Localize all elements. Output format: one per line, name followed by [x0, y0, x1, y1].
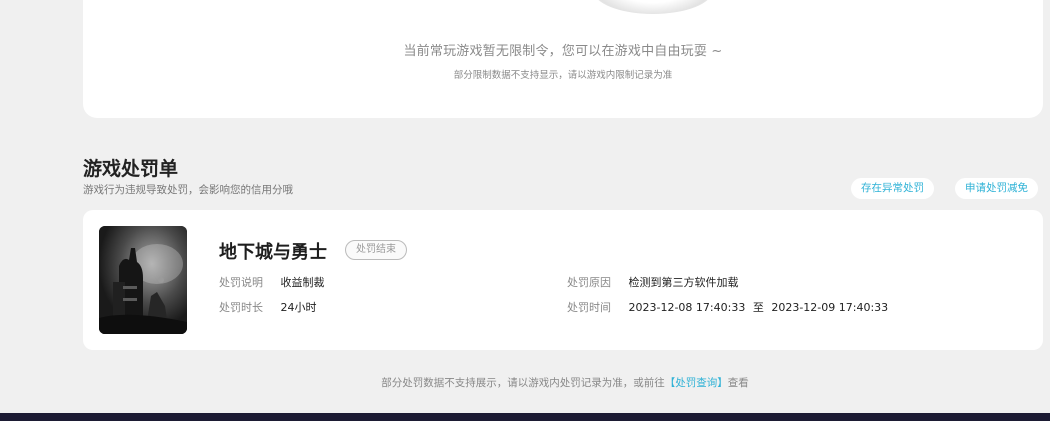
time-end: 2023-12-09 17:40:33: [771, 301, 889, 314]
no-restriction-card: 当前常玩游戏暂无限制令，您可以在游戏中自由玩耍 ~ 部分限制数据不支持显示，请以…: [83, 0, 1043, 118]
section-subtitle: 游戏行为违规导致处罚，会影响您的信用分哦: [83, 184, 293, 196]
punishment-description: 处罚说明 收益制裁: [219, 274, 325, 290]
punishment-query-link[interactable]: 【处罚查询】: [665, 377, 728, 389]
no-restriction-note: 部分限制数据不支持显示，请以游戏内限制记录为准: [453, 70, 673, 81]
game-cover-image: [99, 226, 187, 334]
time-start: 2023-12-08 17:40:33: [628, 301, 746, 314]
duration-value: 24小时: [280, 301, 317, 314]
description-value: 收益制裁: [280, 276, 325, 289]
time-label: 处罚时间: [567, 301, 611, 314]
empty-state-illustration: [593, 0, 713, 14]
section-title: 游戏处罚单: [83, 158, 179, 180]
apply-reduction-button[interactable]: 申请处罚减免: [955, 178, 1038, 199]
reason-value: 检测到第三方软件加载: [628, 276, 739, 289]
punishment-reason: 处罚原因 检测到第三方软件加载: [567, 274, 739, 290]
bottom-note-suffix: 查看: [727, 377, 749, 389]
game-name: 地下城与勇士: [219, 242, 327, 263]
description-label: 处罚说明: [219, 276, 263, 289]
page: 当前常玩游戏暂无限制令，您可以在游戏中自由玩耍 ~ 部分限制数据不支持显示，请以…: [0, 0, 1050, 421]
abnormal-punishment-button[interactable]: 存在异常处罚: [851, 178, 934, 199]
bottom-note: 部分处罚数据不支持展示，请以游戏内处罚记录为准，或前往【处罚查询】查看: [0, 375, 1050, 390]
punishment-card[interactable]: 地下城与勇士 处罚结束 处罚说明 收益制裁 处罚时长 24小时 处罚原因 检测到…: [83, 210, 1043, 350]
punishment-duration: 处罚时长 24小时: [219, 299, 317, 315]
no-restriction-message: 当前常玩游戏暂无限制令，您可以在游戏中自由玩耍 ~: [403, 44, 723, 59]
footer-bar: [0, 413, 1050, 421]
reason-label: 处罚原因: [567, 276, 611, 289]
duration-label: 处罚时长: [219, 301, 263, 314]
bottom-note-text: 部分处罚数据不支持展示，请以游戏内处罚记录为准，或前往: [381, 377, 665, 389]
status-badge: 处罚结束: [345, 240, 407, 260]
time-separator: 至: [752, 301, 764, 314]
punishment-time: 处罚时间 2023-12-08 17:40:33 至 2023-12-09 17…: [567, 299, 888, 315]
time-value: 2023-12-08 17:40:33 至 2023-12-09 17:40:3…: [629, 299, 889, 315]
